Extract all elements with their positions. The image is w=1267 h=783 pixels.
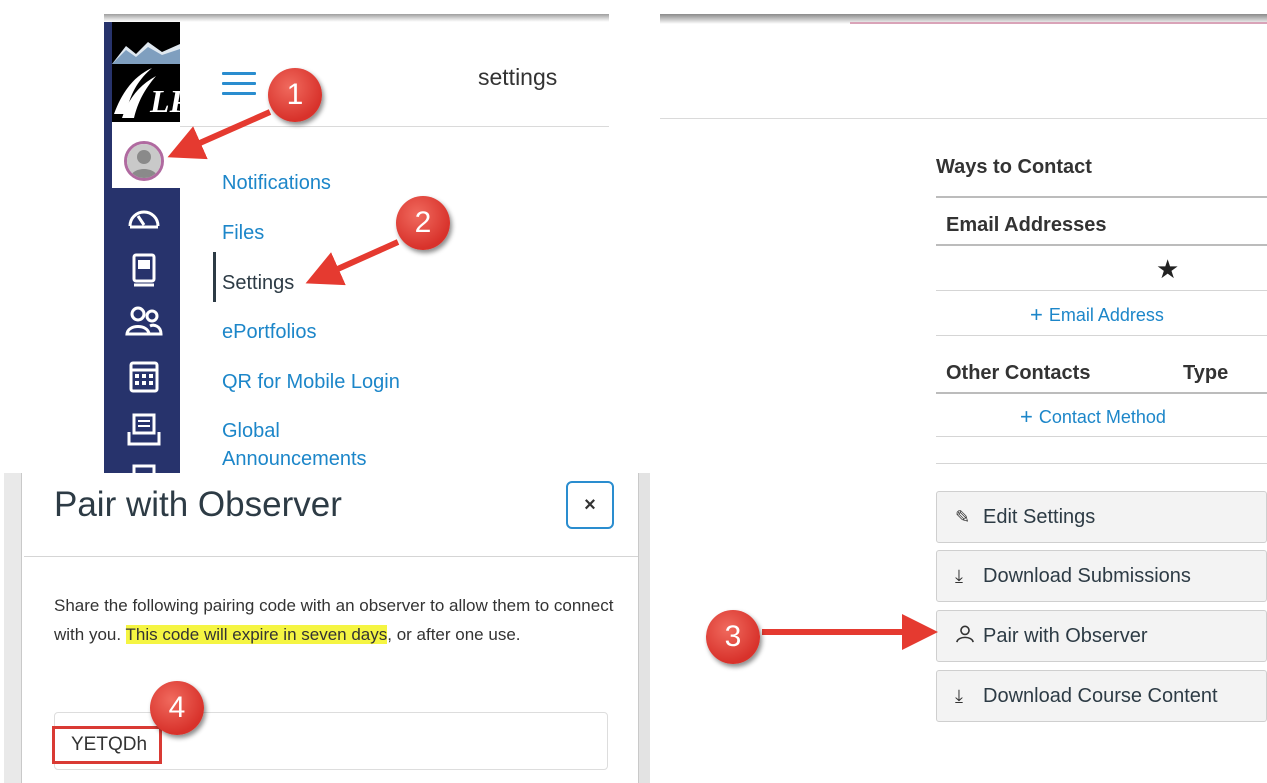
header-divider [180, 126, 609, 127]
row-divider [936, 335, 1267, 336]
account-menu-tray: settings Notifications Files Settings eP… [180, 22, 609, 473]
menu-link-qr-mobile-login[interactable]: QR for Mobile Login [222, 369, 400, 396]
menu-link-announcements[interactable]: Announcements [222, 446, 367, 473]
edit-settings-label: Edit Settings [983, 505, 1096, 528]
callout-4: 4 [150, 681, 204, 735]
expiry-highlight: This code will expire in seven days [125, 625, 388, 644]
download-course-content-button[interactable]: ⤓ Download Course Content [936, 670, 1267, 722]
pair-with-observer-label: Pair with Observer [983, 624, 1148, 647]
lp-logo-mark: LP [114, 68, 180, 119]
account-panel: LP [104, 14, 609, 473]
type-column-heading: Type [1183, 362, 1229, 384]
account-nav-item[interactable] [112, 122, 180, 188]
global-nav: LP [104, 22, 180, 473]
pair-with-observer-button[interactable]: Pair with Observer [936, 610, 1267, 662]
download-icon: ⤓ [955, 685, 963, 706]
add-email-address-link[interactable]: + Email Address [1030, 301, 1164, 327]
settings-panel: Ways to Contact Email Addresses ★ + Email… [660, 14, 1267, 783]
menu-link-eportfolios[interactable]: ePortfolios [222, 319, 317, 346]
mountain-logo-art [112, 42, 180, 64]
modal-title: Pair with Observer [54, 485, 342, 524]
commons-icon[interactable] [124, 462, 164, 473]
accent-line [850, 22, 1267, 24]
pencil-icon: ✎ [955, 506, 971, 527]
plus-icon: + [1020, 404, 1033, 429]
download-submissions-label: Download Submissions [983, 564, 1191, 587]
section-divider [936, 196, 1267, 198]
user-pair-icon [955, 625, 977, 648]
email-addresses-heading: Email Addresses [946, 214, 1107, 236]
dashboard-icon[interactable] [124, 200, 164, 236]
inbox-icon[interactable] [124, 412, 164, 448]
row-divider [936, 290, 1267, 291]
modal-divider [24, 556, 638, 557]
callout-2: 2 [396, 196, 450, 250]
panel-shadow [104, 14, 609, 22]
page-title: settings [478, 64, 558, 90]
pair-with-observer-modal: Pair with Observer × Share the following… [4, 473, 650, 783]
callout-3: 3 [706, 610, 760, 664]
instructions-text-end: , or after one use. [387, 625, 521, 644]
calendar-icon[interactable] [124, 358, 164, 394]
modal-backdrop-edge [4, 473, 22, 783]
table-header-divider [936, 244, 1267, 246]
row-divider [936, 436, 1267, 437]
other-contacts-heading: Other Contacts [946, 362, 1091, 384]
menu-link-notifications[interactable]: Notifications [222, 170, 331, 197]
groups-icon[interactable] [124, 304, 164, 340]
svg-text:LP: LP [149, 83, 180, 119]
avatar-person-icon [127, 144, 161, 178]
hamburger-menu-icon[interactable] [222, 72, 256, 96]
add-contact-method-label: Contact Method [1038, 407, 1166, 427]
courses-icon[interactable] [124, 252, 164, 288]
close-icon[interactable]: × [566, 481, 614, 529]
row-divider [936, 463, 1267, 464]
star-icon[interactable]: ★ [1156, 254, 1179, 285]
callout-1: 1 [268, 68, 322, 122]
avatar[interactable] [124, 141, 164, 181]
pairing-instructions: Share the following pairing code with an… [54, 591, 614, 649]
menu-link-global[interactable]: Global [222, 418, 280, 445]
pairing-code[interactable]: YETQDh [52, 726, 162, 764]
plus-icon: + [1030, 302, 1043, 327]
active-indicator [213, 252, 216, 302]
table-header-divider [936, 392, 1267, 394]
add-contact-method-link[interactable]: + Contact Method [1020, 403, 1166, 429]
school-logo[interactable]: LP [112, 22, 180, 122]
menu-link-settings[interactable]: Settings [222, 270, 294, 297]
menu-link-files[interactable]: Files [222, 220, 264, 247]
header-divider [660, 118, 1267, 119]
download-course-content-label: Download Course Content [983, 684, 1218, 707]
ways-to-contact-heading: Ways to Contact [936, 156, 1092, 178]
download-submissions-button[interactable]: ⤓ Download Submissions [936, 550, 1267, 602]
download-icon: ⤓ [955, 565, 963, 586]
modal-backdrop-edge [638, 473, 650, 783]
add-email-label: Email Address [1048, 305, 1164, 325]
edit-settings-button[interactable]: ✎ Edit Settings [936, 491, 1267, 543]
